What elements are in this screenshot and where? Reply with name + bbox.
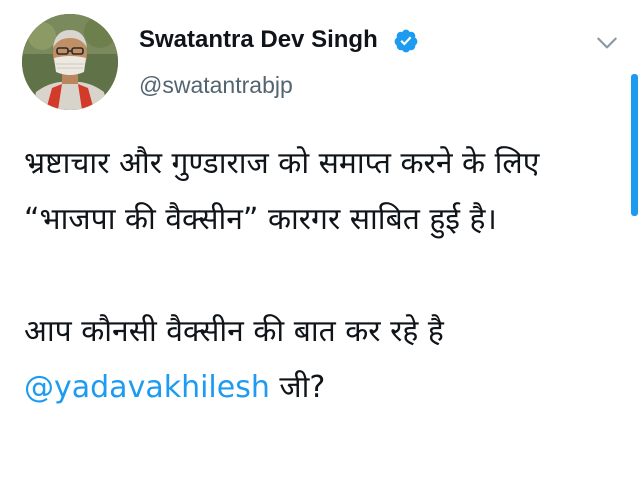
scrollbar[interactable] bbox=[631, 74, 638, 216]
avatar[interactable] bbox=[22, 14, 118, 110]
chevron-down-icon[interactable] bbox=[594, 30, 620, 56]
tweet-paragraph-2-suffix: जी? bbox=[269, 370, 326, 405]
tweet-text: भ्रष्टाचार और गुण्डाराज को समाप्त करने क… bbox=[24, 136, 624, 416]
display-name[interactable]: Swatantra Dev Singh bbox=[139, 26, 378, 54]
tweet-card: Swatantra Dev Singh @swatantrabjp भ्रष्ट… bbox=[0, 0, 639, 480]
verified-badge-icon bbox=[394, 29, 418, 53]
tweet-paragraph-1: भ्रष्टाचार और गुण्डाराज को समाप्त करने क… bbox=[24, 146, 540, 237]
author-handle[interactable]: @swatantrabjp bbox=[139, 72, 293, 99]
avatar-image bbox=[22, 14, 118, 110]
tweet-paragraph-2-text: आप कौनसी वैक्सीन की बात कर रहे है bbox=[24, 314, 444, 349]
mention-link[interactable]: @yadavakhilesh bbox=[24, 370, 270, 405]
tweet-paragraph-2: आप कौनसी वैक्सीन की बात कर रहे है @yadava… bbox=[24, 304, 624, 416]
